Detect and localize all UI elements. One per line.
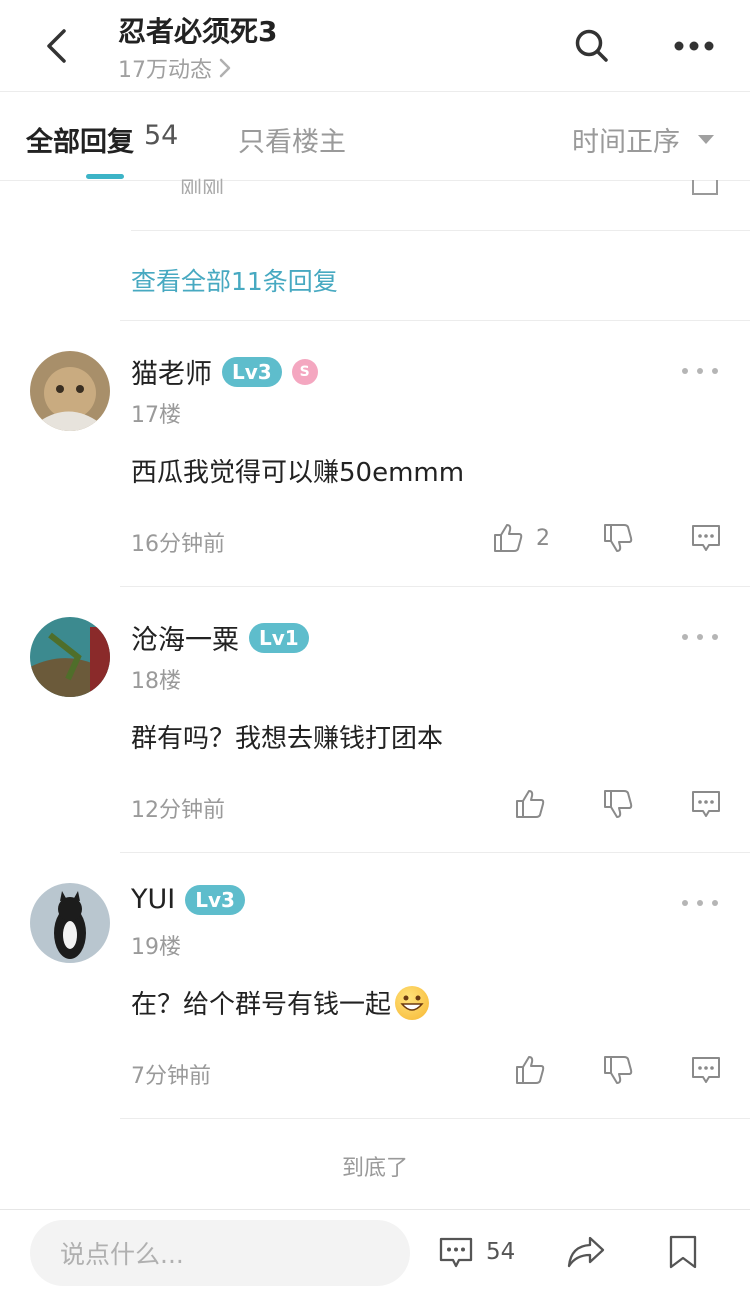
pink-badge-icon: S (291, 358, 318, 385)
search-icon (575, 29, 608, 62)
comment-bubble-icon (692, 1057, 720, 1083)
comment-bubble-icon (439, 1237, 473, 1268)
username-row: YUI Lv3 (131, 884, 245, 915)
tab-bar: 全部回复 54 只看楼主 时间正序 (0, 92, 750, 181)
top-bar: 忍者必须死3 17万动态 (0, 0, 750, 92)
level-badge: Lv1 (249, 622, 309, 653)
divider (120, 586, 750, 587)
end-of-list-text: 到底了 (341, 1156, 408, 1181)
comment-bubble-icon (692, 791, 720, 817)
comment-text: 在？给个群号有钱一起 (131, 990, 392, 1020)
sort-label: 时间正序 (572, 127, 680, 158)
comment-more-button[interactable] (682, 627, 718, 647)
like-button[interactable] (514, 1054, 546, 1086)
username-row: 沧海一粟 Lv1 (131, 618, 309, 657)
like-count: 2 (536, 525, 550, 551)
comment-text-row: 在？给个群号有钱一起 (131, 984, 430, 1021)
dislike-button[interactable] (602, 1054, 634, 1086)
partial-reply-time: 刚刚 (180, 178, 225, 194)
chevron-right-icon (219, 58, 231, 78)
divider (120, 320, 750, 321)
thumbs-down-icon (604, 790, 633, 818)
tab-indicator (86, 174, 124, 179)
thumbs-up-icon (494, 524, 523, 552)
thumbs-up-icon (516, 790, 545, 818)
dislike-button[interactable] (602, 788, 634, 820)
comment-more-button[interactable] (682, 361, 718, 381)
chevron-left-icon (47, 29, 66, 63)
page-title: 忍者必须死3 (118, 15, 278, 48)
tab-op-only[interactable]: 只看楼主 (238, 120, 346, 159)
partial-like-button[interactable] (690, 180, 720, 200)
bookmark-button[interactable] (668, 1234, 698, 1274)
view-all-replies-link[interactable]: 查看全部11条回复 (131, 262, 338, 298)
search-button[interactable] (570, 24, 614, 68)
avatar[interactable] (30, 351, 110, 431)
bookmark-icon (669, 1235, 697, 1269)
comment-more-button[interactable] (682, 893, 718, 913)
reply-button[interactable] (690, 1054, 722, 1086)
like-button[interactable]: 2 (492, 522, 550, 554)
back-button[interactable] (36, 22, 76, 70)
floor-number: 18楼 (131, 669, 181, 694)
more-button[interactable] (670, 24, 718, 68)
share-arrow-icon (567, 1236, 605, 1268)
tab-all-label: 全部回复 (26, 127, 134, 158)
caret-down-icon (698, 134, 714, 144)
comment-text: 西瓜我觉得可以赚50emmm (131, 458, 465, 488)
floor-number: 17楼 (131, 403, 181, 428)
username[interactable]: YUI (131, 884, 175, 915)
divider (120, 1118, 750, 1119)
comment-time: 16分钟前 (131, 532, 225, 557)
more-dots-icon (674, 41, 714, 51)
comment-text: 群有吗？我想去赚钱打团本 (131, 724, 444, 754)
grinning-emoji-icon (395, 985, 430, 1020)
subtitle-link[interactable]: 17万动态 (118, 52, 232, 84)
comment-bubble-icon (692, 525, 720, 551)
comment-time: 12分钟前 (131, 798, 225, 823)
avatar[interactable] (30, 883, 110, 963)
like-button[interactable] (514, 788, 546, 820)
sort-dropdown[interactable]: 时间正序 (572, 120, 714, 159)
level-badge: Lv3 (185, 884, 245, 915)
comment-count: 54 (486, 1239, 516, 1265)
comment-input[interactable]: 说点什么... (30, 1220, 410, 1286)
tab-all-count: 54 (144, 120, 179, 151)
dislike-button[interactable] (602, 522, 634, 554)
divider (120, 852, 750, 853)
share-button[interactable] (566, 1234, 606, 1274)
avatar[interactable] (30, 617, 110, 697)
thumbs-up-icon (516, 1056, 545, 1084)
subtitle-text: 17万动态 (118, 58, 212, 83)
comment-time: 7分钟前 (131, 1064, 211, 1089)
thumbs-up-icon (692, 180, 718, 195)
username[interactable]: 沧海一粟 (131, 618, 239, 657)
reply-button[interactable] (690, 522, 722, 554)
username[interactable]: 猫老师 (131, 352, 212, 391)
thumbs-down-icon (604, 524, 633, 552)
divider (131, 230, 750, 231)
thumbs-down-icon (604, 1056, 633, 1084)
bottom-bar: 说点什么... 54 (0, 1209, 750, 1297)
comments-button[interactable]: 54 (438, 1234, 515, 1270)
tab-all-replies[interactable]: 全部回复 54 (26, 120, 178, 159)
floor-number: 19楼 (131, 935, 181, 960)
reply-button[interactable] (690, 788, 722, 820)
username-row: 猫老师 Lv3 S (131, 352, 318, 391)
level-badge: Lv3 (222, 356, 282, 387)
